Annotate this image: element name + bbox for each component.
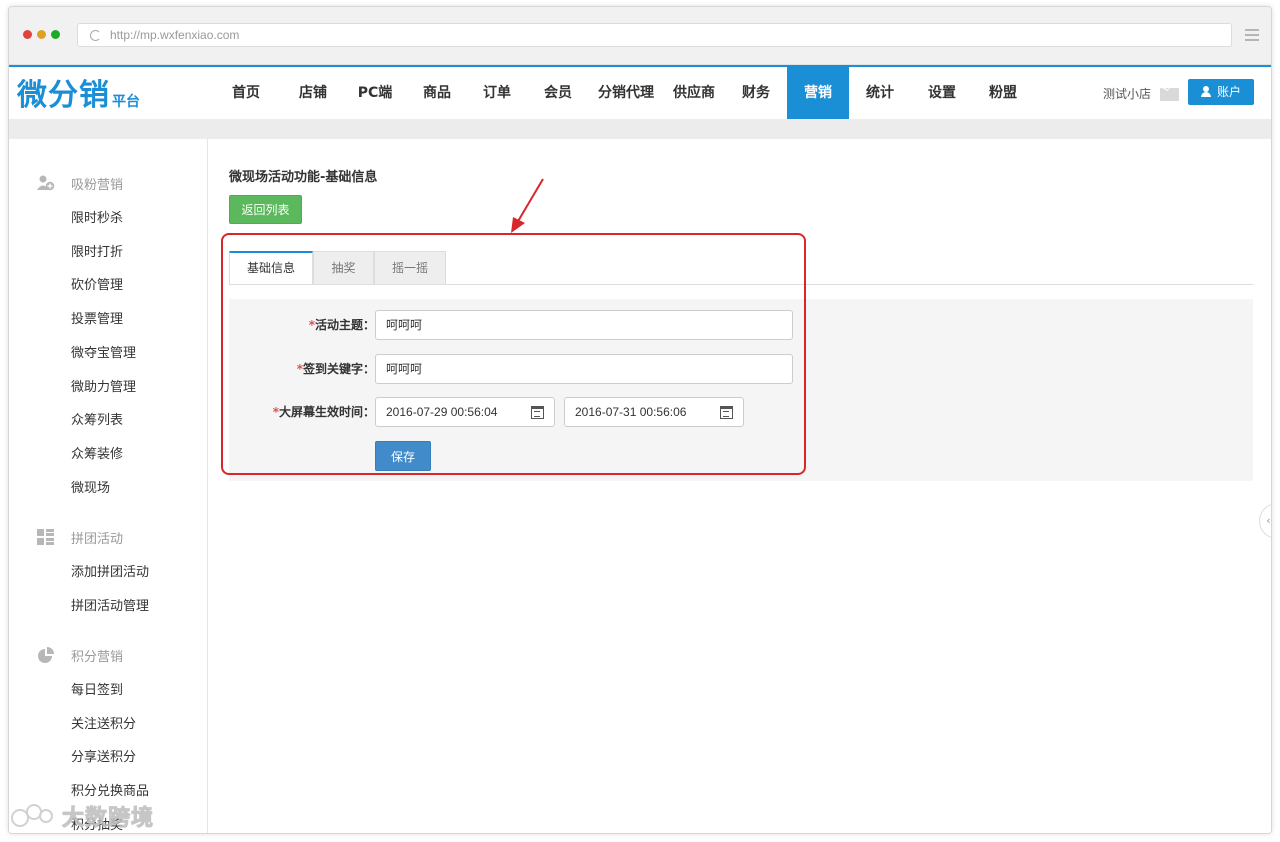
sidebar-item[interactable]: 砍价管理: [71, 274, 123, 293]
annotation-highlight-box: [221, 233, 806, 475]
user-icon: [1200, 86, 1211, 97]
logo-sub-text: 平台: [112, 94, 140, 110]
back-to-list-button[interactable]: 返回列表: [229, 195, 302, 224]
nav-item-6[interactable]: 分销代理: [589, 67, 663, 119]
main-menu: 首页 店铺 PC端 商品 订单 会员 分销代理 供应商 财务 营销 统计 设置 粉盟: [209, 67, 1033, 119]
header-divider: [9, 119, 1271, 139]
nav-item-5[interactable]: 会员: [527, 67, 589, 119]
sidebar: 吸粉营销限时秒杀限时打折砍价管理投票管理微夺宝管理微助力管理众筹列表众筹装修微现…: [9, 139, 208, 833]
nav-item-1[interactable]: 店铺: [283, 67, 343, 119]
sidebar-group-header: 吸粉营销: [37, 173, 123, 193]
window-controls: [23, 30, 60, 39]
nav-item-8[interactable]: 财务: [725, 67, 787, 119]
mail-icon[interactable]: [1160, 88, 1179, 101]
nav-item-9[interactable]: 营销: [787, 67, 849, 119]
reload-icon[interactable]: [90, 30, 101, 41]
sidebar-group-title: 吸粉营销: [71, 177, 124, 193]
nav-item-12[interactable]: 粉盟: [973, 67, 1033, 119]
minimize-window-dot[interactable]: [37, 30, 46, 39]
nav-item-3[interactable]: 商品: [407, 67, 467, 119]
annotation-arrow-icon: [511, 178, 544, 233]
sidebar-item[interactable]: 添加拼团活动: [71, 561, 149, 580]
account-button[interactable]: 账户: [1188, 79, 1254, 105]
grid-icon: [37, 529, 55, 545]
sidebar-item[interactable]: 众筹装修: [71, 443, 123, 462]
sidebar-group-title: 拼团活动: [71, 531, 124, 547]
address-bar-url: http://mp.wxfenxiao.com: [110, 28, 240, 42]
sidebar-item[interactable]: 微夺宝管理: [71, 342, 136, 361]
nav-item-2[interactable]: PC端: [343, 67, 407, 119]
shop-name[interactable]: 测试小店: [1103, 85, 1151, 102]
sidebar-item[interactable]: 拼团活动管理: [71, 595, 149, 614]
pie-chart-icon: [37, 647, 55, 663]
browser-menu-icon[interactable]: [1245, 29, 1259, 44]
sidebar-item[interactable]: 众筹列表: [71, 409, 123, 428]
sidebar-group-header: 积分营销: [37, 645, 123, 665]
close-window-dot[interactable]: [23, 30, 32, 39]
watermark-logo-icon: [11, 804, 53, 827]
nav-item-0[interactable]: 首页: [209, 67, 283, 119]
sidebar-item[interactable]: 投票管理: [71, 308, 123, 327]
sidebar-item[interactable]: 限时秒杀: [71, 207, 123, 226]
browser-window: http://mp.wxfenxiao.com 微分销 平台 首页 店铺 PC端 商品…: [8, 6, 1272, 834]
sidebar-item[interactable]: 每日签到: [71, 679, 123, 698]
sidebar-item[interactable]: 限时打折: [71, 241, 123, 260]
watermark: 大数跨境: [10, 800, 154, 832]
sidebar-group-header: 拼团活动: [37, 527, 123, 547]
nav-item-11[interactable]: 设置: [911, 67, 973, 119]
sidebar-item[interactable]: 微现场: [71, 477, 110, 496]
sidebar-item[interactable]: 积分兑换商品: [71, 780, 149, 799]
sidebar-item[interactable]: 分享送积分: [71, 746, 136, 765]
top-navigation: 微分销 平台 首页 店铺 PC端 商品 订单 会员 分销代理 供应商 财务 营销 统计 设置 粉盟 测试…: [9, 65, 1271, 119]
nav-item-7[interactable]: 供应商: [663, 67, 725, 119]
maximize-window-dot[interactable]: [51, 30, 60, 39]
logo-main-text: 微分销: [17, 78, 110, 113]
logo[interactable]: 微分销 平台: [17, 71, 140, 115]
address-bar[interactable]: http://mp.wxfenxiao.com: [77, 23, 1232, 47]
page-title: 微现场活动功能-基础信息: [229, 170, 378, 185]
browser-toolbar: http://mp.wxfenxiao.com: [9, 7, 1271, 65]
account-label: 账户: [1216, 85, 1241, 99]
nav-item-4[interactable]: 订单: [467, 67, 527, 119]
sidebar-item[interactable]: 微助力管理: [71, 376, 136, 395]
user-add-icon: [37, 175, 55, 191]
watermark-text: 大数跨境: [61, 806, 155, 832]
nav-item-10[interactable]: 统计: [849, 67, 911, 119]
sidebar-item[interactable]: 关注送积分: [71, 713, 136, 732]
sidebar-group-title: 积分营销: [71, 649, 124, 665]
